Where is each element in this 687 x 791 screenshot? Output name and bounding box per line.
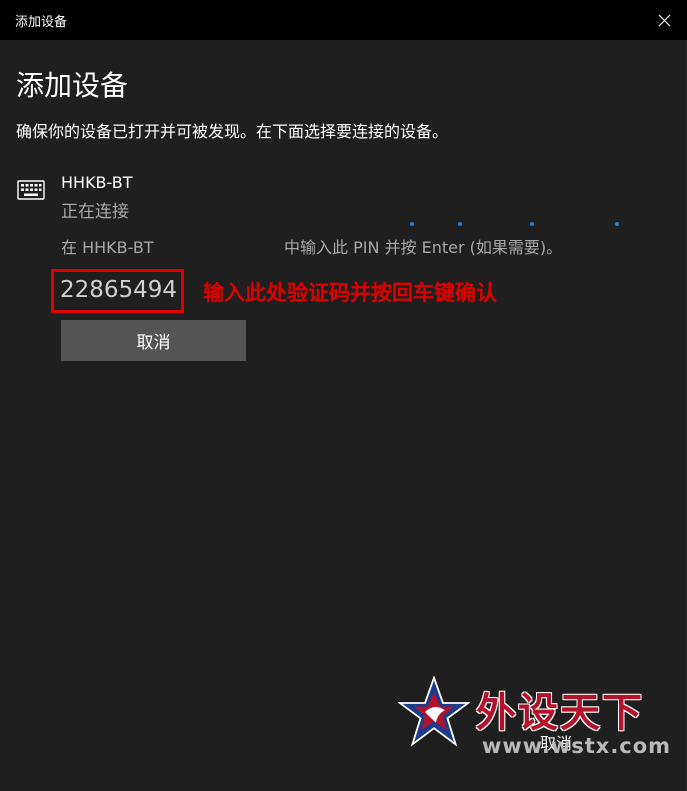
- title-bar: 添加设备: [0, 0, 687, 40]
- device-name: HHKB-BT: [61, 173, 133, 192]
- keyboard-icon: [17, 180, 45, 200]
- add-device-window: 添加设备 添加设备 确保你的设备已打开并可被发现。在下面选择要连接的设备。 HH…: [0, 0, 687, 791]
- cancel-connection-button[interactable]: 取消: [61, 320, 246, 361]
- annotation-label: 输入此处验证码并按回车键确认: [203, 281, 497, 305]
- progress-dot: [615, 222, 619, 226]
- window-title: 添加设备: [15, 15, 68, 30]
- progress-dot: [530, 222, 534, 226]
- device-status: 正在连接: [61, 202, 129, 222]
- watermark: 外设天下 www.wstx.com: [398, 672, 672, 772]
- pin-prompt-instruction: 中输入此 PIN 并按 Enter (如果需要)。: [284, 238, 563, 257]
- close-icon: [658, 14, 670, 26]
- page-subtitle: 确保你的设备已打开并可被发现。在下面选择要连接的设备。: [16, 122, 449, 141]
- watermark-text: 外设天下: [476, 690, 644, 736]
- progress-dot: [410, 222, 414, 226]
- close-button[interactable]: [641, 0, 687, 40]
- pin-prompt-device: 在 HHKB-BT: [61, 238, 154, 257]
- star-eagle-logo: [398, 676, 470, 747]
- progress-dot: [458, 222, 462, 226]
- page-title: 添加设备: [16, 69, 129, 102]
- pin-code: 22865494: [60, 277, 178, 303]
- progress-dots: [400, 222, 630, 230]
- watermark-url: www.wstx.com: [482, 734, 672, 758]
